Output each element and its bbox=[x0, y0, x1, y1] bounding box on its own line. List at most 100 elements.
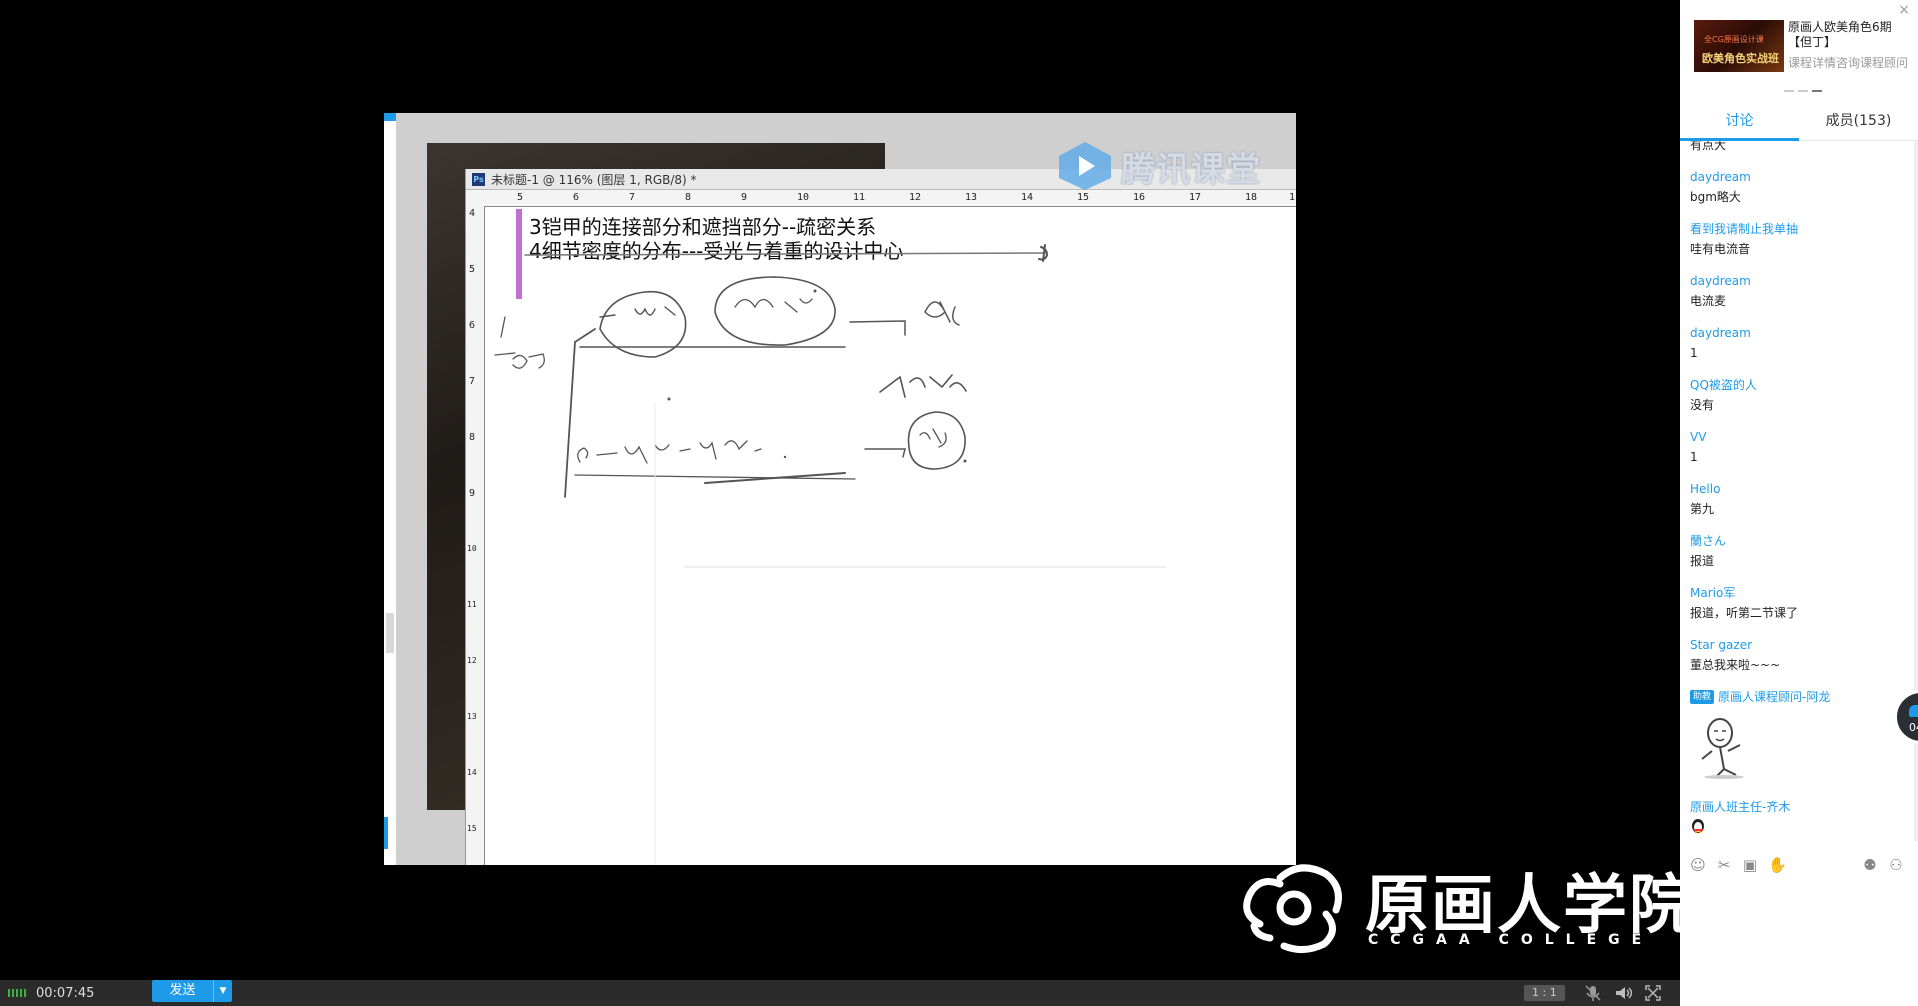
ruler-tick: 10 bbox=[467, 544, 477, 553]
scissors-icon[interactable]: ✂ bbox=[1716, 856, 1732, 874]
left-panel-strip bbox=[384, 113, 396, 865]
mic-muted-icon[interactable] bbox=[1584, 984, 1602, 1002]
ruler-tick: 15 bbox=[1077, 192, 1090, 203]
message-text: 1 bbox=[1690, 346, 1698, 360]
course-thumbnail: 全CG原画设计课 欧美角色实战班 bbox=[1694, 20, 1784, 72]
ruler-tick: 7 bbox=[629, 192, 636, 203]
message-sender[interactable]: Hello bbox=[1690, 479, 1898, 499]
course-card[interactable]: 全CG原画设计课 欧美角色实战班 原画人欧美角色6期 【但丁】 课程详情咨询课程… bbox=[1694, 20, 1914, 76]
ps-document-title: 未标题-1 @ 116% (图层 1, RGB/8) * bbox=[491, 172, 697, 187]
photoshop-icon: Ps bbox=[472, 172, 485, 186]
left-strip-grip bbox=[386, 613, 394, 653]
ruler-tick: 11 bbox=[467, 600, 477, 609]
message-text: 有点大 bbox=[1690, 141, 1727, 152]
ruler-tick: 12 bbox=[467, 656, 477, 665]
assistant-badge: 助教 bbox=[1690, 690, 1715, 704]
ruler-tick: 5 bbox=[469, 264, 476, 275]
penguin-emoji-icon bbox=[1692, 819, 1704, 833]
sticker-image bbox=[1701, 718, 1744, 779]
message-sender[interactable]: daydream bbox=[1690, 323, 1898, 343]
ruler-tick: 5 bbox=[517, 192, 524, 203]
chat-message-assistant: 助教 原画人课程顾问-阿龙 bbox=[1680, 687, 1908, 785]
ratio-button[interactable]: 1 : 1 bbox=[1524, 985, 1565, 1001]
message-sender[interactable]: Star gazer bbox=[1690, 635, 1898, 655]
send-button[interactable]: 发送 ▼ bbox=[152, 980, 232, 1002]
elapsed-time: 00:07:45 bbox=[36, 985, 95, 1001]
course-subtitle: 课程详情咨询课程顾问 bbox=[1788, 56, 1909, 70]
signal-strength-icon bbox=[8, 989, 26, 997]
ruler-tick: 16 bbox=[1133, 192, 1146, 203]
ps-canvas[interactable]: 3铠甲的连接部分和遮挡部分--疏密关系 4细节密度的分布---受光与着重的设计中… bbox=[485, 207, 1296, 865]
message-sender[interactable]: Mario军 bbox=[1690, 583, 1898, 603]
chat-message: QQ被盗的人 没有 bbox=[1680, 375, 1908, 415]
message-text: 电流麦 bbox=[1690, 294, 1727, 308]
add-member-icon[interactable]: ⚉ bbox=[1862, 856, 1878, 874]
message-text: 第九 bbox=[1690, 502, 1715, 516]
course-title: 原画人欧美角色6期 【但丁】 bbox=[1788, 20, 1892, 49]
tab-members[interactable]: 成员(153) bbox=[1799, 106, 1918, 140]
chat-message: daydream 电流麦 bbox=[1680, 271, 1908, 311]
lion-mascot-icon bbox=[1243, 864, 1342, 953]
ruler-tick: 12 bbox=[909, 192, 922, 203]
chat-input[interactable] bbox=[1680, 878, 1918, 974]
message-text: bgm略大 bbox=[1690, 190, 1741, 204]
fullscreen-icon[interactable] bbox=[1644, 984, 1662, 1002]
emoji-icon[interactable]: ☺ bbox=[1690, 856, 1706, 874]
message-sender[interactable]: VV bbox=[1690, 427, 1898, 447]
ruler-tick: 8 bbox=[469, 432, 476, 443]
play-logo-icon bbox=[1059, 142, 1111, 190]
floating-button-text: 04 bbox=[1909, 721, 1918, 734]
chat-message: Mario军 报道，听第二节课了 bbox=[1680, 583, 1908, 623]
ruler-tick: 14 bbox=[1021, 192, 1034, 203]
assistant-name: 原画人课程顾问-阿龙 bbox=[1718, 690, 1831, 704]
ruler-tick: 15 bbox=[467, 824, 477, 833]
video-area[interactable]: Ps 未标题-1 @ 116% (图层 1, RGB/8) * 5 6 7 8 … bbox=[0, 0, 1680, 980]
chat-message: 有点大 bbox=[1680, 141, 1908, 155]
chat-message: 看到我请制止我单抽 哇有电流音 bbox=[1680, 219, 1908, 259]
college-logo: 原画人学院 CCGAA COLLEGE bbox=[1230, 854, 1680, 954]
send-label: 发送 bbox=[169, 983, 196, 998]
message-sender[interactable]: QQ被盗的人 bbox=[1690, 375, 1898, 395]
ruler-tick: 14 bbox=[467, 768, 477, 777]
course-thumb-text: 欧美角色实战班 bbox=[1702, 52, 1779, 65]
chat-message: daydream bgm略大 bbox=[1680, 167, 1908, 207]
ruler-tick: 10 bbox=[797, 192, 810, 203]
chat-list[interactable]: 有点大 daydream bgm略大 看到我请制止我单抽 哇有电流音 daydr… bbox=[1680, 141, 1908, 850]
tab-discussion[interactable]: 讨论 bbox=[1680, 106, 1799, 141]
chat-message: Hello 第九 bbox=[1680, 479, 1908, 519]
member-settings-icon[interactable]: ⚇ bbox=[1888, 856, 1904, 874]
ruler-tick: 6 bbox=[573, 192, 580, 203]
ruler-tick: 9 bbox=[469, 488, 476, 499]
message-sender[interactable]: daydream bbox=[1690, 271, 1898, 291]
message-sender[interactable]: 助教 原画人课程顾问-阿龙 bbox=[1690, 687, 1898, 707]
volume-icon[interactable] bbox=[1614, 984, 1633, 1002]
photoshop-document-window: Ps 未标题-1 @ 116% (图层 1, RGB/8) * 5 6 7 8 … bbox=[465, 169, 1296, 865]
message-text: 哇有电流音 bbox=[1690, 242, 1751, 256]
chat-message: Star gazer 董总我来啦~~~ bbox=[1680, 635, 1908, 675]
ruler-tick: 17 bbox=[1189, 192, 1202, 203]
handwritten-sketch bbox=[494, 244, 1166, 865]
carousel-dots[interactable] bbox=[1784, 90, 1822, 92]
player-control-bar: 00:07:45 1 : 1 bbox=[0, 980, 1680, 1006]
watermark-text: 腾讯课堂 bbox=[1121, 149, 1261, 190]
ruler-horizontal: 5 6 7 8 9 10 11 12 13 14 15 16 17 18 1 bbox=[466, 190, 1296, 207]
ruler-vertical: 4 5 6 7 8 9 10 11 12 13 14 15 bbox=[466, 206, 485, 865]
ruler-tick: 11 bbox=[853, 192, 866, 203]
ruler-tick: 18 bbox=[1245, 192, 1258, 203]
panel-tabs: 讨论 成员(153) bbox=[1680, 106, 1918, 141]
close-icon[interactable]: × bbox=[1898, 2, 1910, 18]
message-text: 报道 bbox=[1690, 554, 1715, 568]
ruler-tick: 4 bbox=[469, 208, 476, 219]
message-sender[interactable]: 原画人班主任-齐木 bbox=[1690, 797, 1898, 817]
message-sender[interactable]: 看到我请制止我单抽 bbox=[1690, 219, 1898, 239]
ruler-tick: 9 bbox=[741, 192, 748, 203]
message-sender[interactable]: 蘭さん bbox=[1690, 531, 1898, 551]
left-strip-bottom-accent bbox=[384, 817, 388, 849]
hand-icon[interactable]: ✋ bbox=[1768, 856, 1787, 874]
send-dropdown-icon[interactable]: ▼ bbox=[213, 980, 232, 1002]
message-sender[interactable]: daydream bbox=[1690, 167, 1898, 187]
image-icon[interactable]: ▣ bbox=[1742, 856, 1758, 874]
left-strip-top-accent bbox=[384, 113, 396, 121]
ruler-tick: 13 bbox=[965, 192, 978, 203]
chat-message: 蘭さん 报道 bbox=[1680, 531, 1908, 571]
